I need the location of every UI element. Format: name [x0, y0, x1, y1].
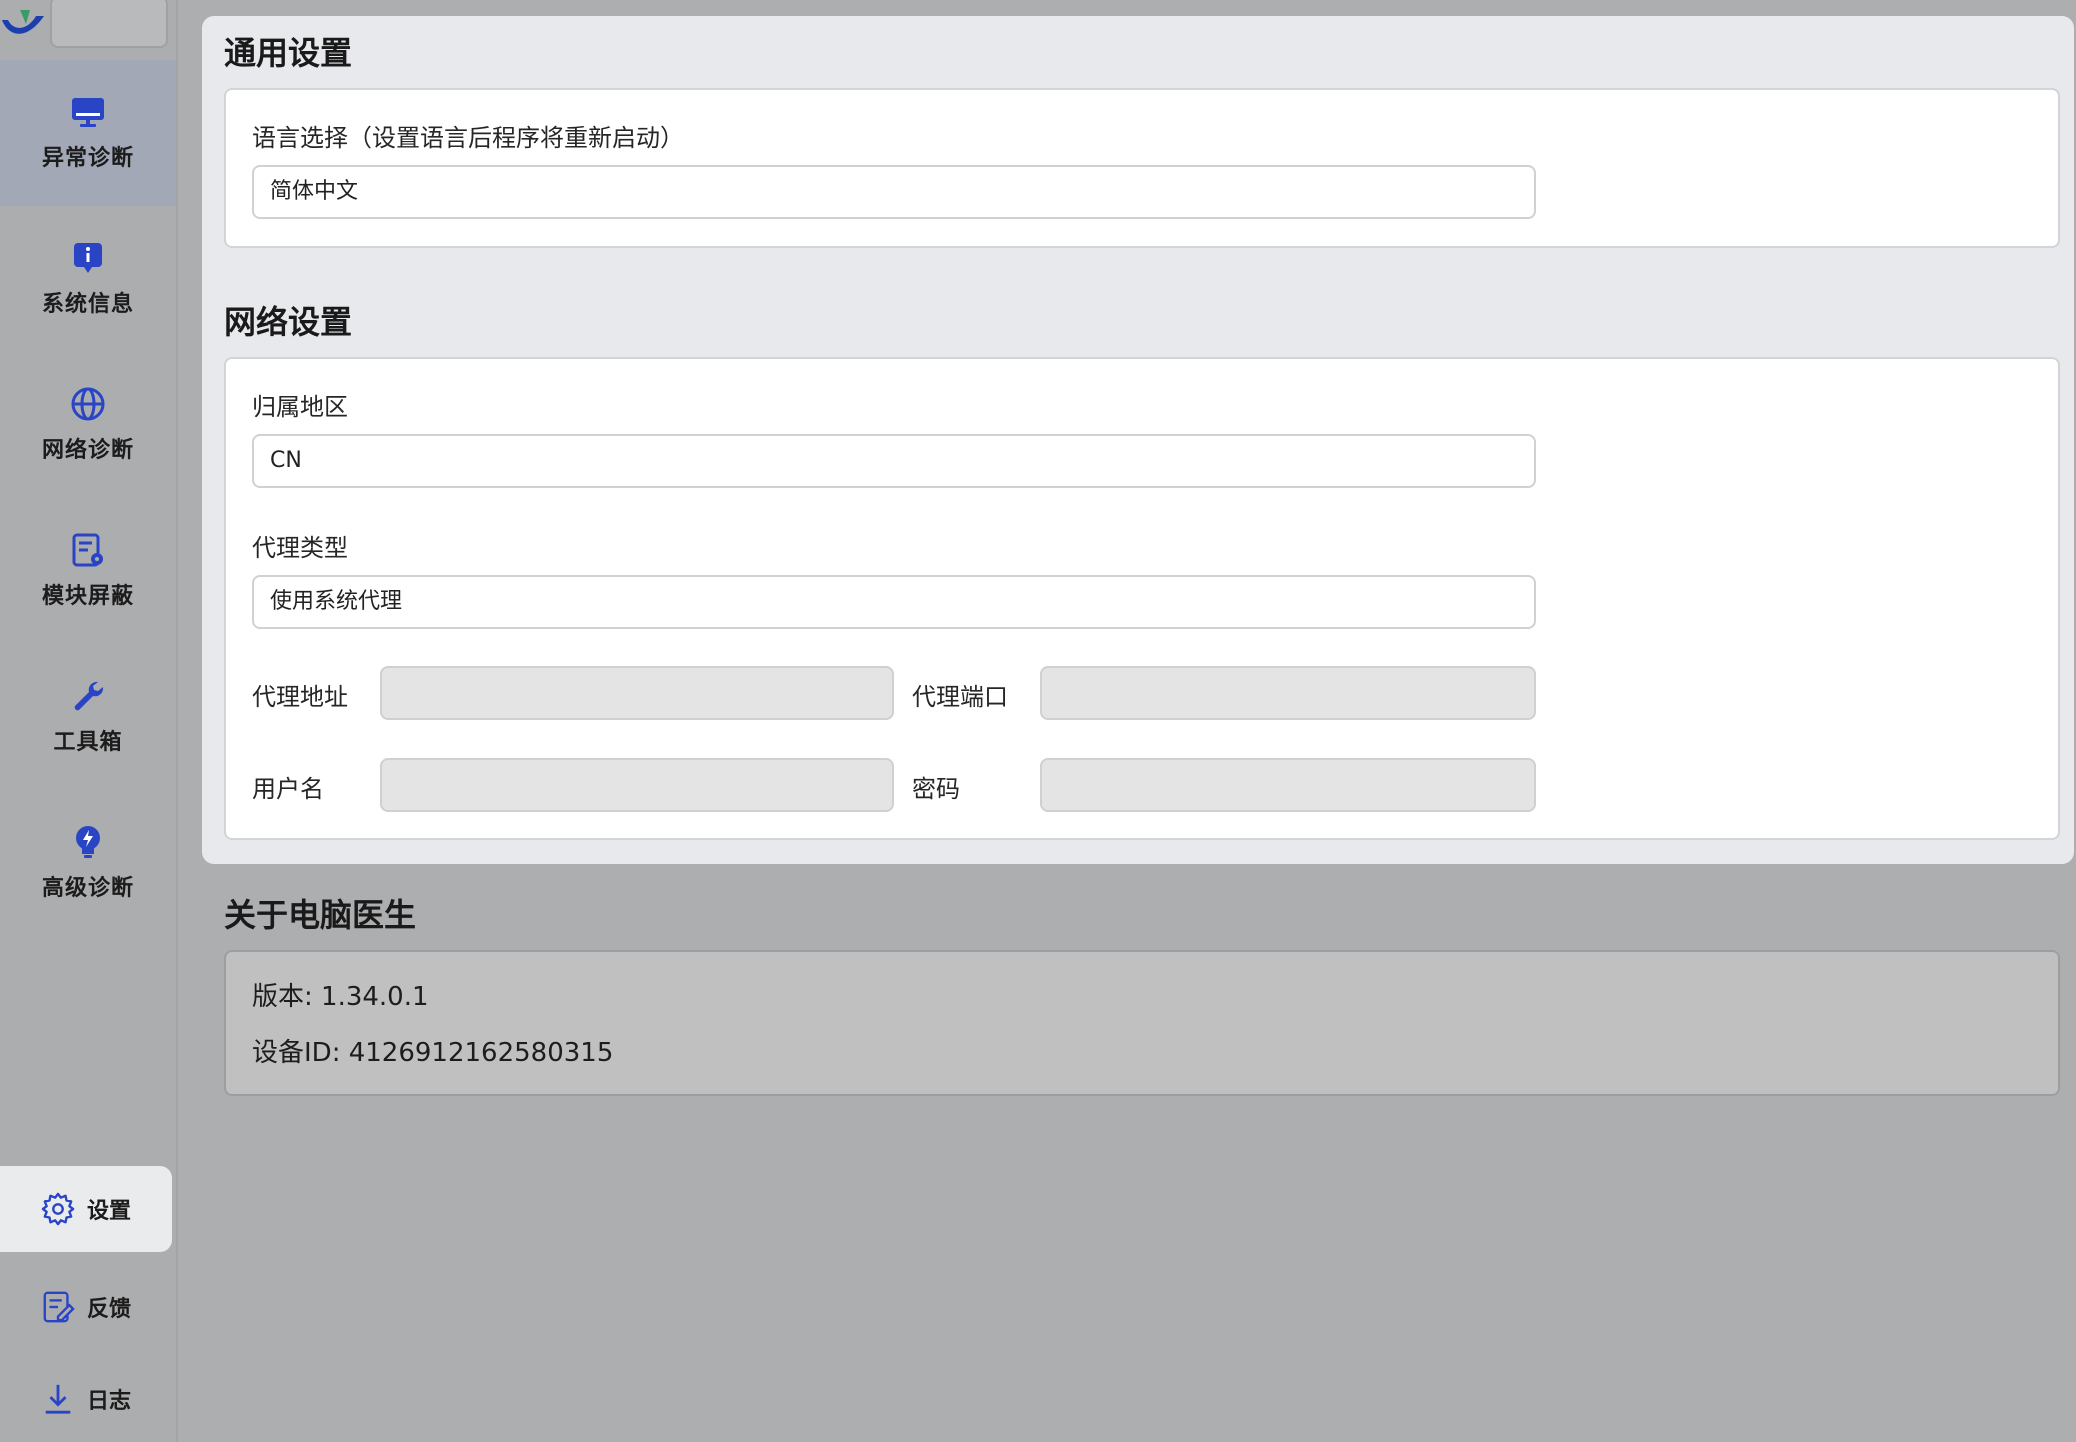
app-logo: [2, 10, 44, 34]
sidebar-item-label: 高级诊断: [41, 876, 134, 901]
proxy-port-input[interactable]: [1040, 666, 1536, 720]
language-select[interactable]: 简体中文: [252, 165, 1536, 219]
sidebar-item-label: 模块屏蔽: [41, 584, 134, 609]
sidebar-item-label: 系统信息: [41, 292, 134, 317]
username-label: 用户名: [252, 775, 324, 803]
proxy-address-input[interactable]: [380, 666, 894, 720]
sidebar-item-label: 设置: [86, 1199, 131, 1224]
sidebar-item-label: 反馈: [86, 1297, 131, 1322]
password-label: 密码: [912, 775, 960, 803]
sidebar-item-label: 异常诊断: [41, 146, 134, 171]
sidebar-item-label: 日志: [86, 1389, 131, 1414]
sidebar-item-anomaly-diagnosis[interactable]: 异常诊断: [0, 60, 176, 206]
download-icon: [45, 1384, 71, 1414]
sidebar-item-network-diagnosis[interactable]: 网络诊断: [0, 352, 176, 498]
title-placeholder-box: [50, 0, 168, 48]
sidebar-item-settings[interactable]: 设置: [0, 1166, 172, 1252]
region-select[interactable]: CN: [252, 434, 1536, 488]
proxy-type-select[interactable]: 使用系统代理: [252, 575, 1536, 629]
sidebar: 异常诊断 系统信息 网络诊断 模块屏蔽 工具箱 高级诊断 设置 反馈 日志: [0, 0, 178, 1442]
proxy-address-label: 代理地址: [252, 683, 348, 711]
about-box: 版本: 1.34.0.1 设备ID: 4126912162580315: [224, 950, 2060, 1096]
network-settings-title: 网络设置: [224, 303, 353, 341]
password-input[interactable]: [1040, 758, 1536, 812]
sidebar-item-module-block[interactable]: 模块屏蔽: [0, 498, 176, 644]
version-text: 版本: 1.34.0.1: [252, 982, 429, 1012]
globe-icon: [71, 387, 105, 421]
username-input[interactable]: [380, 758, 894, 812]
proxy-port-label: 代理端口: [912, 683, 1008, 711]
gear-icon: [41, 1192, 75, 1226]
sidebar-item-log[interactable]: 日志: [0, 1356, 172, 1442]
sidebar-item-system-info[interactable]: 系统信息: [0, 206, 176, 352]
about-title: 关于电脑医生: [224, 896, 417, 934]
sidebar-item-toolbox[interactable]: 工具箱: [0, 644, 176, 790]
proxy-type-label: 代理类型: [252, 534, 348, 562]
logo-row: [0, 0, 176, 60]
sidebar-item-label: 网络诊断: [41, 438, 134, 463]
wrench-icon: [74, 681, 104, 711]
sidebar-item-label: 工具箱: [53, 730, 123, 755]
feedback-icon: [43, 1291, 75, 1323]
device-id-text: 设备ID: 4126912162580315: [252, 1038, 614, 1068]
language-label: 语言选择（设置语言后程序将重新启动）: [252, 124, 684, 152]
general-settings-title: 通用设置: [224, 34, 353, 72]
monitor-icon: [72, 98, 104, 127]
region-label: 归属地区: [252, 393, 348, 421]
module-settings-icon: [72, 533, 103, 567]
sidebar-item-feedback[interactable]: 反馈: [0, 1264, 172, 1350]
info-icon: [74, 243, 102, 273]
sidebar-item-advanced-diagnosis[interactable]: 高级诊断: [0, 790, 176, 936]
lightbulb-bolt-icon: [76, 826, 100, 858]
